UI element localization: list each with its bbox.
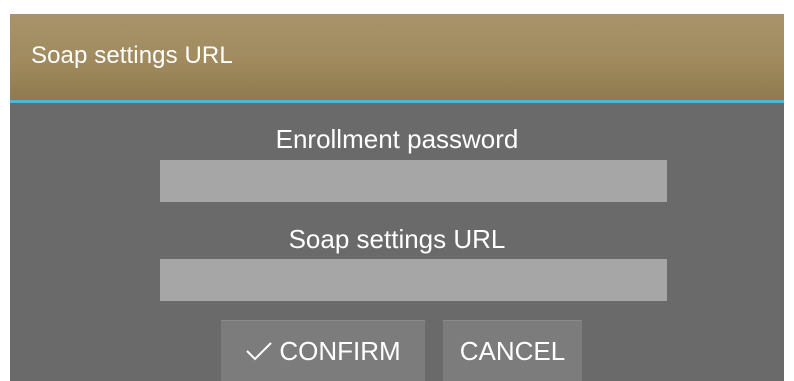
screen: Soap settings URL Enrollment password So…: [0, 0, 794, 381]
check-icon: [245, 340, 273, 362]
dialog-title: Soap settings URL: [31, 42, 233, 69]
confirm-button[interactable]: CONFIRM: [221, 320, 425, 381]
cancel-button-label: CANCEL: [459, 335, 566, 366]
dialog-title-bar: Soap settings URL: [10, 14, 784, 100]
soap-settings-dialog: Soap settings URL Enrollment password So…: [10, 14, 784, 381]
soap-settings-url-field[interactable]: [160, 259, 667, 301]
title-divider: [10, 100, 784, 103]
confirm-button-label: CONFIRM: [279, 335, 401, 366]
enrollment-password-label: Enrollment password: [275, 124, 519, 154]
enrollment-password-field[interactable]: [160, 160, 667, 202]
cancel-button[interactable]: CANCEL: [443, 320, 582, 381]
soap-settings-url-label: Soap settings URL: [288, 224, 506, 254]
